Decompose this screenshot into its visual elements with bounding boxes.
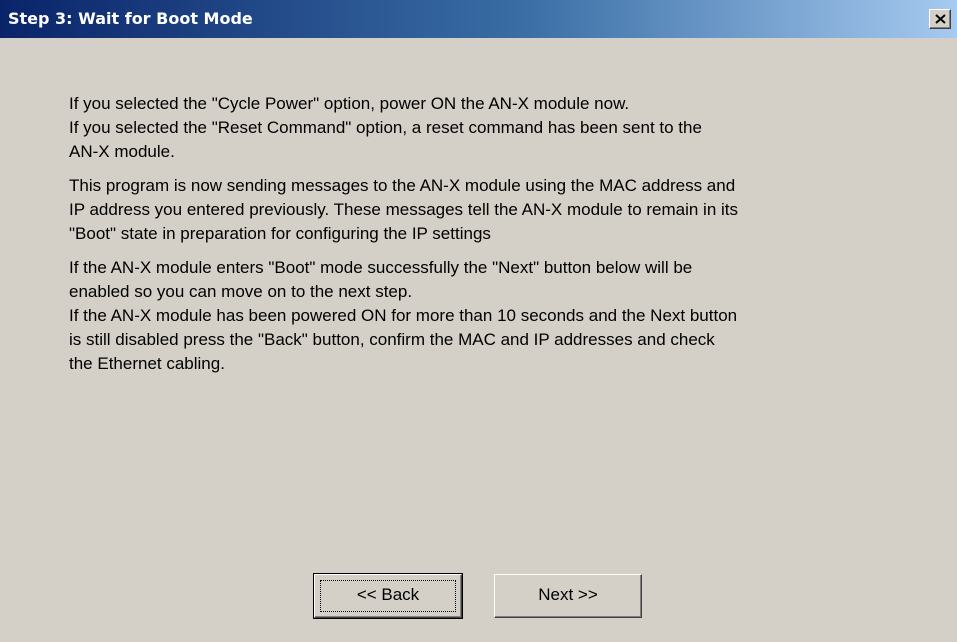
close-icon <box>935 14 946 24</box>
text-line: If you selected the "Reset Command" opti… <box>69 118 702 137</box>
next-button-label: Next >> <box>538 585 598 604</box>
text-line: IP address you entered previously. These… <box>69 200 739 219</box>
back-button[interactable]: << Back <box>313 573 463 619</box>
back-button-label: << Back <box>356 585 420 604</box>
instructions-text: If you selected the "Cycle Power" option… <box>69 92 909 386</box>
instruction-paragraph-3: If the AN-X module enters "Boot" mode su… <box>69 256 909 376</box>
text-line: AN-X module. <box>69 142 175 161</box>
instruction-paragraph-1: If you selected the "Cycle Power" option… <box>69 92 909 164</box>
text-line: If the AN-X module has been powered ON f… <box>69 306 738 325</box>
title-bar[interactable]: Step 3: Wait for Boot Mode <box>0 0 957 38</box>
close-button[interactable] <box>929 9 951 29</box>
text-line: is still disabled press the "Back" butto… <box>69 330 715 349</box>
instruction-paragraph-2: This program is now sending messages to … <box>69 174 909 246</box>
next-button[interactable]: Next >> <box>494 574 642 618</box>
text-line: This program is now sending messages to … <box>69 176 736 195</box>
text-line: If you selected the "Cycle Power" option… <box>69 94 630 113</box>
text-line: enabled so you can move on to the next s… <box>69 282 413 301</box>
text-line: "Boot" state in preparation for configur… <box>69 224 491 243</box>
window-title: Step 3: Wait for Boot Mode <box>8 9 253 28</box>
wizard-dialog: Step 3: Wait for Boot Mode If you select… <box>0 0 957 642</box>
text-line: If the AN-X module enters "Boot" mode su… <box>69 258 693 277</box>
text-line: the Ethernet cabling. <box>69 354 225 373</box>
